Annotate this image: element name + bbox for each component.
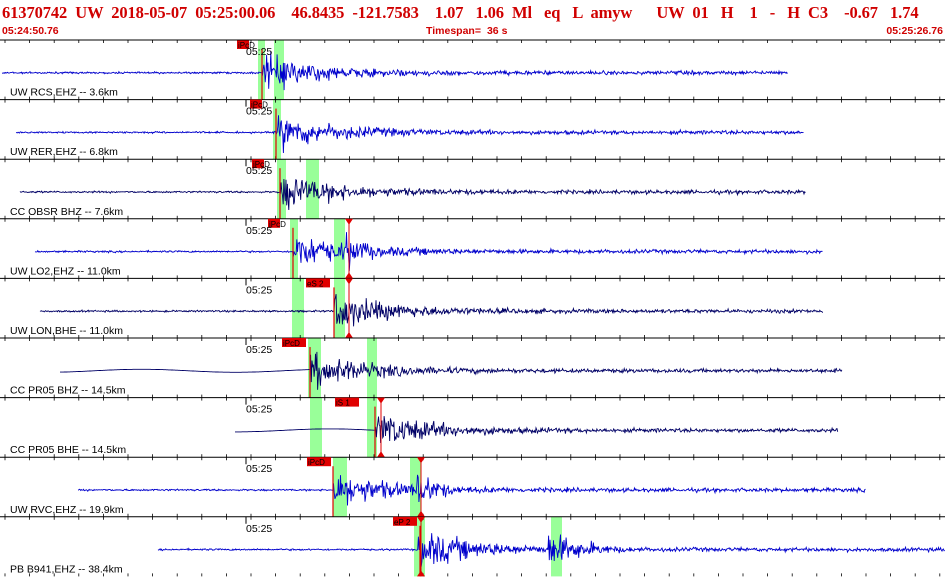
pick-marker [377, 397, 385, 404]
time-label: 05:25 [246, 165, 272, 177]
trace-row: eS 2 05:25 UW LON,BHE -- 11.0km [0, 277, 945, 338]
pick-window [310, 397, 322, 458]
channel-label: UW RVC,EHZ -- 19.9km [10, 504, 124, 516]
pick-marker [377, 451, 385, 458]
time-label: 05:25 [246, 106, 272, 118]
trace-row: iS 1 05:25 CC PR05 BHE -- 14.5km [0, 397, 945, 458]
seismogram-viewer: 61370742 UW 2018-05-07 05:25:00.06 46.84… [0, 0, 945, 580]
time-label: 05:25 [246, 404, 272, 416]
trace-row: eP 2 05:25 PB B941,EHZ -- 38.4km [0, 516, 945, 577]
time-label: 05:25 [246, 344, 272, 356]
pick-window [551, 516, 562, 577]
pick-marker [345, 218, 353, 225]
pick-marker [345, 272, 353, 279]
pick-marker [345, 278, 353, 285]
waveform-trace [15, 115, 804, 154]
waveform-trace [19, 178, 806, 211]
waveform-trace [39, 294, 823, 327]
time-label: 05:25 [246, 463, 272, 475]
channel-label: CC PR05 BHE -- 14.5km [10, 444, 126, 456]
pick-label: eS 2 [307, 279, 324, 288]
trace-row: iPcD05:25UW LO2,EHZ -- 11.0km [0, 218, 945, 279]
pick-label: eP 2 [394, 518, 411, 527]
pick-label: iPcD [283, 339, 300, 348]
waveform-panel[interactable]: iPcD 05:25 UW RCS,EHZ -- 3.6km iPcD 05:25 UW … [0, 0, 945, 580]
time-label: 05:25 [246, 284, 272, 296]
pick-window [334, 278, 345, 338]
pick-window [274, 40, 284, 100]
trace-row: iPcD05:25CC OBSR BHZ -- 7.6km [0, 158, 945, 219]
channel-label: UW RCS,EHZ -- 3.6km [10, 87, 118, 99]
channel-label: UW LO2,EHZ -- 11.0km [10, 265, 121, 277]
pick-label: iS 1 [336, 399, 350, 408]
waveform-trace [77, 474, 866, 506]
waveform-trace [235, 416, 839, 444]
channel-label: UW RER,EHZ -- 6.8km [10, 146, 118, 158]
pick-marker [345, 332, 353, 338]
trace-row: iPcD 05:25 UW RVC,EHZ -- 19.9km [0, 456, 945, 517]
time-label: 05:25 [246, 523, 272, 535]
trace-row: iPcD05:25UW RER,EHZ -- 6.8km [0, 99, 945, 160]
channel-label: PB B941,EHZ -- 38.4km [10, 563, 123, 575]
time-label: 05:25 [246, 46, 272, 58]
waveform-trace [34, 232, 823, 271]
time-label: 05:25 [246, 225, 272, 237]
pick-window [273, 99, 281, 160]
channel-label: UW LON,BHE -- 11.0km [10, 325, 123, 337]
channel-label: CC PR05 BHZ -- 14.5km [10, 385, 126, 397]
trace-row: iPcD05:25UW RCS,EHZ -- 3.6km [0, 39, 945, 100]
waveform-trace [60, 351, 843, 390]
waveform-trace [1, 51, 788, 91]
trace-row: iPcD 05:25 CC PR05 BHZ -- 14.5km [0, 337, 945, 398]
channel-label: CC OBSR BHZ -- 7.6km [10, 206, 123, 218]
pick-label: iPcD [308, 458, 325, 467]
pick-window [292, 278, 304, 338]
